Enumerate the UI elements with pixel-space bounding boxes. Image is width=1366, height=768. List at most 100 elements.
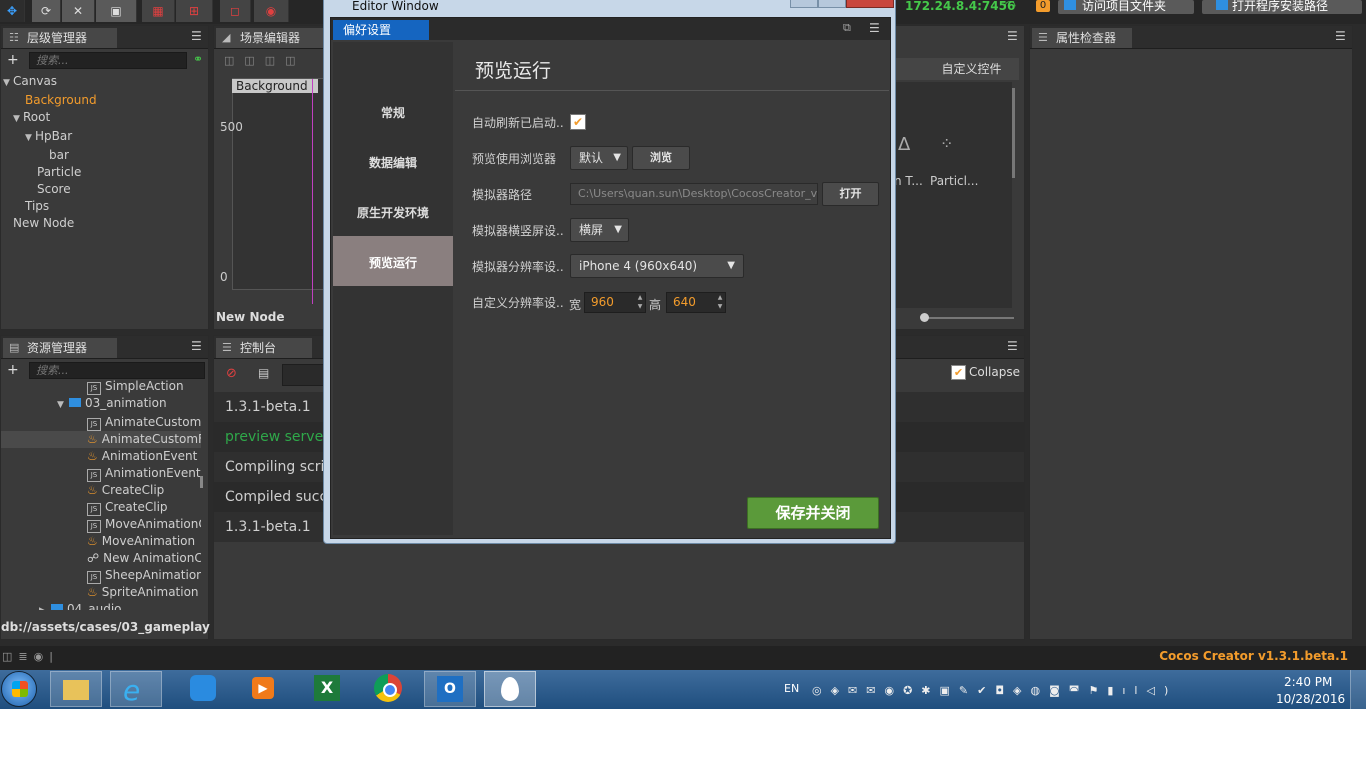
sim-path-input[interactable]: C:\Users\quan.sun\Desktop\CocosCreator_v	[570, 183, 818, 205]
asset-item-selected[interactable]: ♨ AnimateCustomF	[1, 431, 201, 448]
menu-icon[interactable]: ☰	[191, 30, 202, 42]
tree-node[interactable]: ▼ Canvas	[1, 73, 97, 92]
tab-assets[interactable]: ▤ 资源管理器	[3, 338, 117, 358]
link-icon[interactable]: ⚭	[193, 52, 203, 66]
tree-node[interactable]: New Node	[1, 215, 97, 232]
widget-item-1[interactable]: n T...	[894, 174, 923, 188]
chrome-taskbar-button[interactable]	[362, 671, 414, 707]
minimize-button[interactable]	[790, 0, 818, 8]
console-filter-input[interactable]	[282, 364, 328, 386]
stepper-icon[interactable]: ▲ ▼	[635, 293, 645, 312]
asset-item[interactable]: ♨ SpriteAnimation	[1, 584, 201, 601]
open-button[interactable]: 打开	[822, 182, 879, 206]
outlook-taskbar-button[interactable]: O	[424, 671, 476, 707]
tree-node[interactable]: ▼ HpBar	[1, 128, 97, 147]
nav-general[interactable]: 常规	[333, 104, 453, 121]
hierarchy-search-input[interactable]: 搜索...	[29, 52, 187, 69]
visit-project-button[interactable]: 访问项目文件夹	[1058, 0, 1194, 14]
file-icon[interactable]: ▤	[258, 366, 269, 380]
assets-scrollbar[interactable]	[200, 476, 203, 488]
stepper-icon[interactable]: ▲ ▼	[715, 293, 725, 312]
menu-icon[interactable]: ☰	[869, 21, 880, 35]
add-icon[interactable]: +	[7, 52, 19, 68]
tree-node[interactable]: Tips	[1, 198, 97, 215]
media-taskbar-button[interactable]: ▶	[236, 671, 288, 707]
width-input[interactable]: 960 ▲ ▼	[584, 292, 646, 313]
height-input[interactable]: 640 ▲ ▼	[666, 292, 726, 313]
assets-search-input[interactable]: 搜索...	[29, 362, 205, 379]
grid-button[interactable]: ▦	[142, 0, 175, 22]
language-indicator[interactable]: EN	[784, 682, 799, 695]
menu-icon[interactable]: ☰	[191, 340, 202, 352]
scene-viewport[interactable]	[232, 78, 328, 290]
auto-refresh-checkbox[interactable]: ✔	[570, 114, 586, 130]
flame-icon: ♨	[87, 449, 98, 463]
cocos-taskbar-button[interactable]	[484, 671, 536, 707]
open-button-label: 打开	[839, 187, 862, 200]
explorer-taskbar-button[interactable]	[50, 671, 102, 707]
maximize-button[interactable]	[818, 0, 846, 8]
clear-icon[interactable]: ⊘	[226, 366, 237, 381]
assets-title: 资源管理器	[27, 341, 88, 355]
open-install-button[interactable]: 打开程序安装路径	[1202, 0, 1362, 14]
tab-custom-widgets[interactable]: 自定义控件	[894, 58, 1019, 80]
frame-button[interactable]: ▣	[96, 0, 137, 22]
menu-icon[interactable]: ☰	[1007, 30, 1018, 42]
tree-node[interactable]: Background	[1, 92, 97, 109]
notify-badge[interactable]: 0	[1036, 0, 1050, 12]
popout-icon[interactable]: ⧉	[843, 21, 851, 35]
shrink-button[interactable]: ✕	[62, 0, 95, 22]
asset-item[interactable]: JS SimpleAction	[1, 378, 201, 395]
asset-item[interactable]: JS SheepAnimation	[1, 567, 201, 584]
show-desktop-button[interactable]	[1350, 670, 1366, 709]
app-taskbar-button[interactable]	[178, 671, 230, 707]
tab-inspector[interactable]: ☰ 属性检查器	[1032, 28, 1132, 48]
asset-item[interactable]: ♨ AnimationEvent	[1, 448, 201, 465]
asset-item[interactable]: JS AnimateCustomF	[1, 414, 201, 431]
asset-item[interactable]: ☍ New AnimationC	[1, 550, 201, 567]
tab-scene[interactable]: ◢ 场景编辑器	[216, 28, 326, 48]
asset-item[interactable]: ♨ CreateClip	[1, 482, 201, 499]
save-close-button[interactable]: 保存并关闭	[747, 497, 879, 529]
asset-item[interactable]: JS CreateClip	[1, 499, 201, 516]
rect-button[interactable]: ◻	[220, 0, 251, 22]
zoom-slider[interactable]	[924, 317, 1014, 319]
nav-data-edit[interactable]: 数据编辑	[333, 154, 453, 171]
move-tool-button[interactable]: ✥	[0, 0, 25, 22]
tray-icons[interactable]: ◎◈✉✉◉✪✱▣✎✔◘◈◍◙◚⚑▮ıl◁)	[812, 684, 1177, 697]
tree-node[interactable]: Score	[1, 181, 97, 198]
menu-icon[interactable]: ☰	[1007, 340, 1018, 352]
clock-time[interactable]: 2:40 PM	[1284, 675, 1332, 689]
tree-node[interactable]: Particle	[1, 164, 97, 181]
tab-console[interactable]: ☰ 控制台	[216, 338, 312, 358]
menu-icon[interactable]: ☰	[1335, 30, 1346, 42]
widget-item-2[interactable]: Particl...	[930, 174, 978, 188]
collapse-checkbox[interactable]: ✔	[951, 365, 966, 380]
close-button[interactable]	[846, 0, 894, 8]
add-icon[interactable]: +	[7, 362, 19, 378]
browse-button[interactable]: 浏览	[632, 146, 690, 170]
tab-preferences[interactable]: 偏好设置	[333, 20, 429, 40]
tree-node[interactable]: ▼ Root	[1, 109, 97, 128]
orientation-select[interactable]: 横屏 ▼	[570, 218, 629, 242]
refresh-button[interactable]: ⟳	[32, 0, 61, 22]
nav-native-env[interactable]: 原生开发环境	[333, 204, 453, 221]
widget-scrollbar[interactable]	[1012, 88, 1015, 178]
tree-node[interactable]: bar	[1, 147, 97, 164]
globe-button[interactable]: ◉	[254, 0, 289, 22]
start-button[interactable]	[1, 671, 37, 707]
browser-select[interactable]: 默认 ▼	[570, 146, 628, 170]
ie-taskbar-button[interactable]: e	[110, 671, 162, 707]
hierarchy-tabbar: ☷ 层级管理器 ☰	[1, 26, 208, 49]
asset-item[interactable]: JS MoveAnimationC	[1, 516, 201, 533]
asset-item[interactable]: ♨ MoveAnimation	[1, 533, 201, 550]
asset-folder[interactable]: ▶04_audio	[1, 601, 201, 610]
tab-hierarchy[interactable]: ☷ 层级管理器	[3, 28, 117, 48]
excel-taskbar-button[interactable]: X	[300, 671, 352, 707]
zoom-slider-handle[interactable]	[920, 313, 929, 322]
resolution-select[interactable]: iPhone 4 (960x640) ▼	[570, 254, 744, 278]
asset-folder[interactable]: ▼ 03_animation	[1, 395, 201, 414]
clock-date[interactable]: 10/28/2016	[1276, 692, 1345, 706]
grid2-button[interactable]: ⊞	[176, 0, 213, 22]
asset-item[interactable]: JS AnimationEvent	[1, 465, 201, 482]
